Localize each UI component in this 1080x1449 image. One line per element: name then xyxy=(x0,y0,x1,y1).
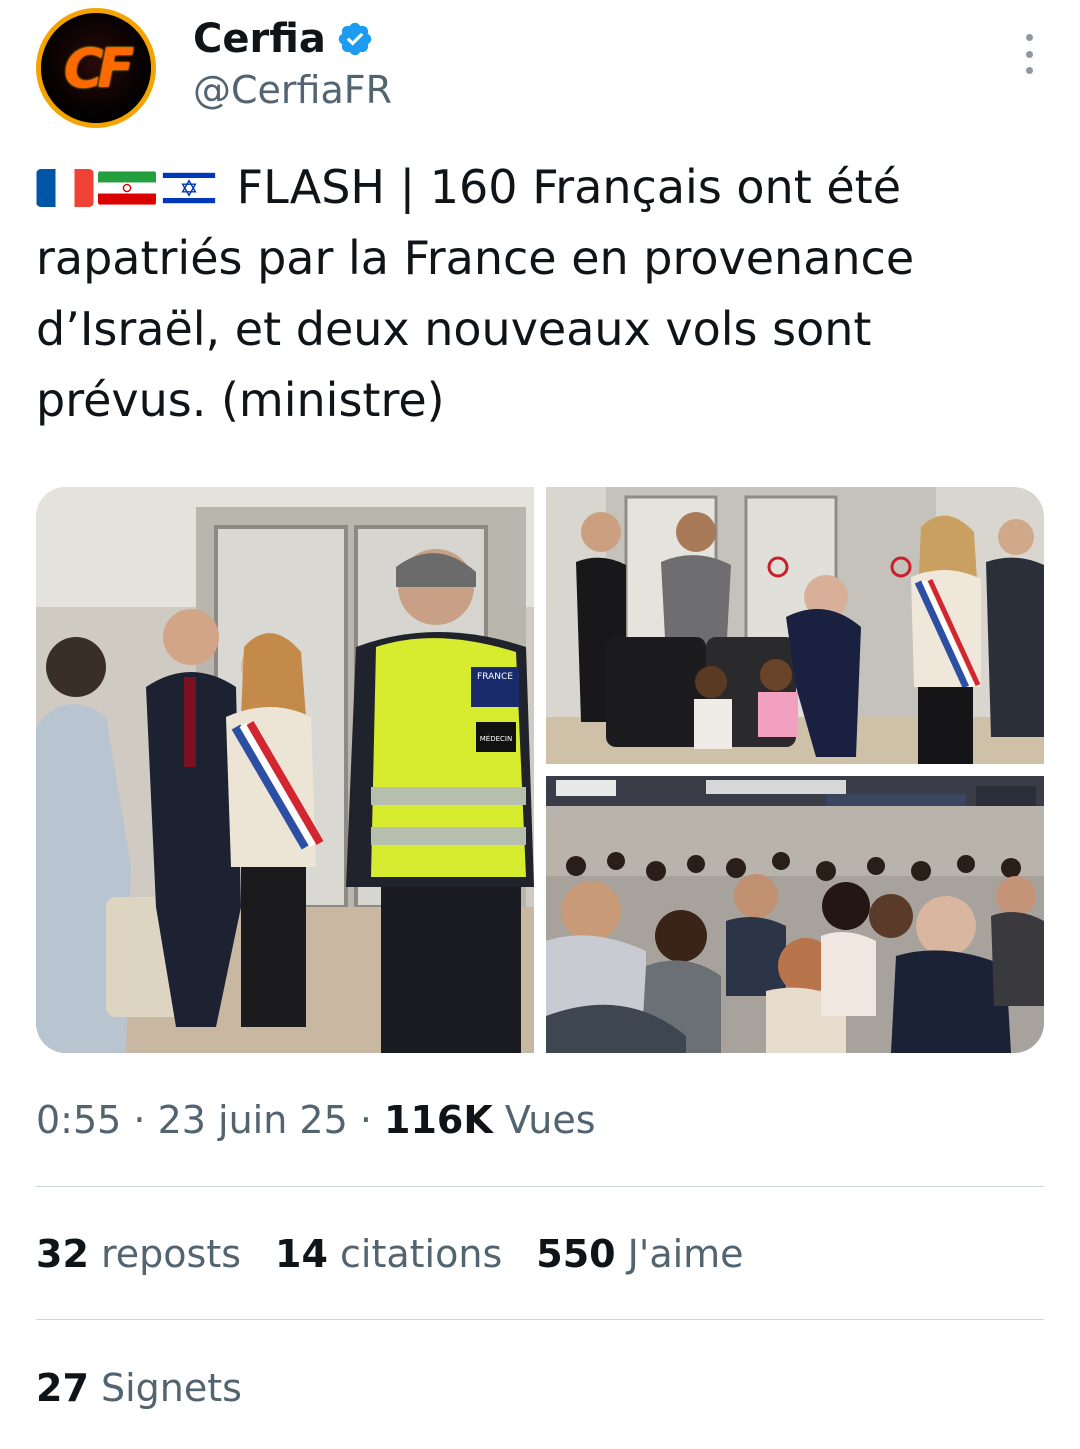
views-count: 116K xyxy=(384,1098,493,1142)
tweet-date[interactable]: 23 juin 25 xyxy=(158,1098,348,1142)
photo-officials-doorway[interactable]: FRANCE MÉDECIN xyxy=(36,487,534,1053)
engagement-stats: 32 reposts 14 citations 550 J'aime xyxy=(36,1232,778,1276)
quotes-stat[interactable]: 14 citations xyxy=(275,1232,502,1276)
verified-badge-icon xyxy=(338,22,372,56)
vest-badge-label: MÉDECIN xyxy=(480,734,512,743)
author-handle[interactable]: @CerfiaFR xyxy=(193,68,392,112)
bookmarks-stat[interactable]: 27 Signets xyxy=(36,1366,242,1410)
iran-flag-icon xyxy=(98,169,156,207)
avatar-logo: CF xyxy=(41,13,151,123)
france-flag-icon xyxy=(36,169,94,207)
reposts-stat[interactable]: 32 reposts xyxy=(36,1232,241,1276)
meta-separator: · xyxy=(121,1098,158,1142)
avatar[interactable]: CF xyxy=(36,8,156,128)
quotes-count: 14 xyxy=(275,1232,328,1276)
views-label: Vues xyxy=(504,1098,596,1142)
bookmarks-count: 27 xyxy=(36,1366,89,1410)
likes-stat[interactable]: 550 J'aime xyxy=(536,1232,743,1276)
quotes-label: citations xyxy=(340,1232,503,1276)
photo-family-greeting[interactable] xyxy=(546,487,1044,764)
tweet-meta: 0:55 · 23 juin 25 · 116K Vues xyxy=(36,1098,596,1142)
meta-separator: · xyxy=(347,1098,384,1142)
avatar-logo-text: CF xyxy=(63,36,134,100)
vest-france-label: FRANCE xyxy=(477,672,513,682)
reposts-count: 32 xyxy=(36,1232,89,1276)
author-display-name[interactable]: Cerfia xyxy=(193,16,326,62)
tweet-header: CF Cerfia @CerfiaFR xyxy=(36,8,1044,132)
photo-airport-crowd[interactable] xyxy=(546,776,1044,1053)
reposts-label: reposts xyxy=(100,1232,242,1276)
tweet-body: FLASH | 160 Français ont été rapatriés p… xyxy=(36,152,1044,436)
israel-flag-icon xyxy=(160,169,218,207)
tweet-time[interactable]: 0:55 xyxy=(36,1098,121,1142)
likes-count: 550 xyxy=(536,1232,616,1276)
media-grid: FRANCE MÉDECIN xyxy=(36,487,1044,1053)
divider xyxy=(36,1186,1044,1187)
bookmarks-label: Signets xyxy=(100,1366,242,1410)
divider xyxy=(36,1319,1044,1320)
more-options-icon[interactable] xyxy=(1022,34,1036,74)
likes-label: J'aime xyxy=(627,1232,744,1276)
author-name-row: Cerfia xyxy=(193,10,374,68)
